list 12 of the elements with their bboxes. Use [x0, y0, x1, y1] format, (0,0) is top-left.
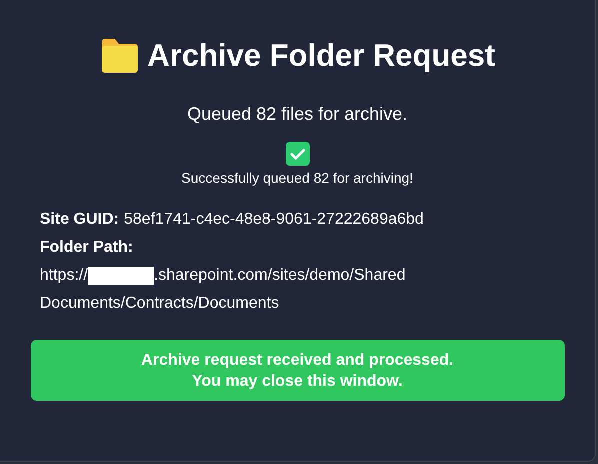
detail-value: 58ef1741-c4ec-48e8-9061-27222689a6bd	[124, 210, 424, 230]
detail-label: Folder Path:	[40, 238, 134, 258]
banner-text: Archive request received and processed.	[141, 350, 454, 370]
banner-text: You may close this window.	[192, 372, 403, 392]
detail-label: Site GUID:	[40, 210, 120, 230]
url-text: https://	[40, 266, 88, 286]
queued-message: Queued 82 files for archive.	[187, 104, 408, 125]
folder-icon	[100, 38, 140, 74]
page-title: Archive Folder Request	[148, 38, 496, 74]
url-text: Documents/Contracts/Documents	[40, 294, 280, 314]
status-message: Successfully queued 82 for archiving!	[182, 170, 414, 186]
url-text: .sharepoint.com/sites/demo/Shared	[154, 266, 406, 286]
